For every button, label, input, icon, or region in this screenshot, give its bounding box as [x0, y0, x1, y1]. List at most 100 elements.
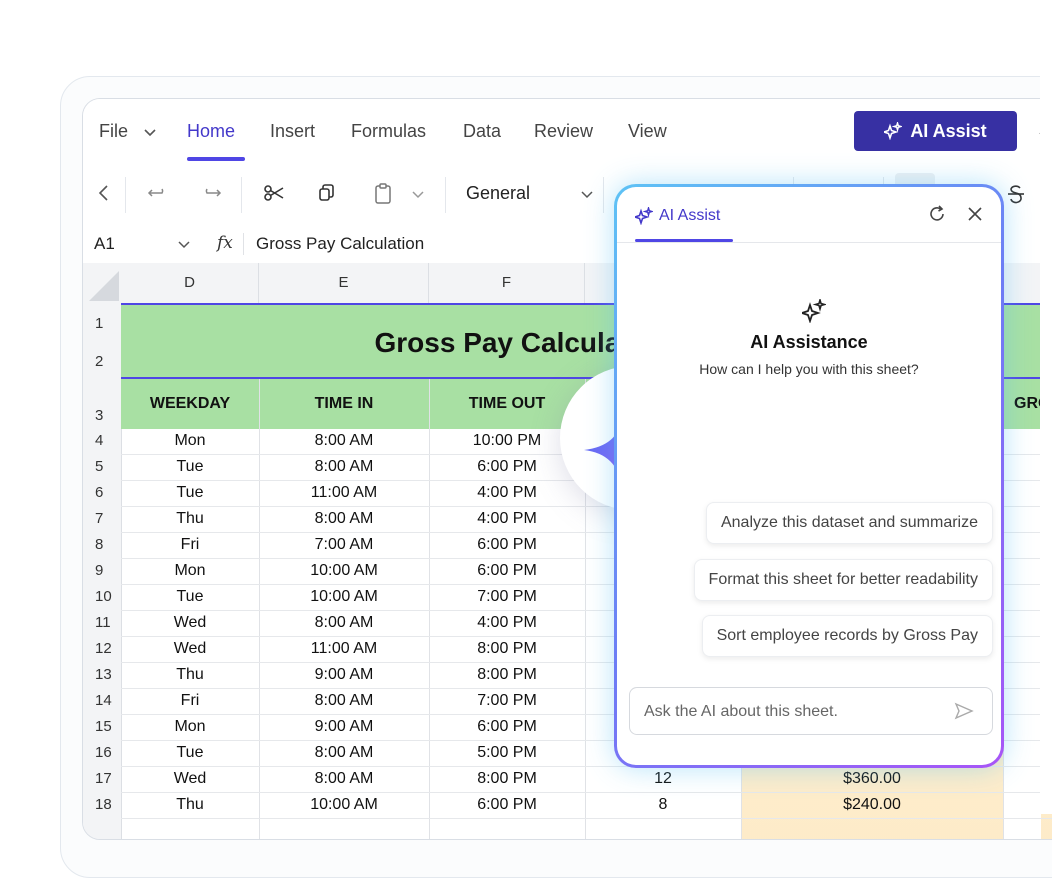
row-header[interactable]: 9	[83, 562, 121, 579]
undo-icon[interactable]	[147, 183, 169, 208]
tab-formulas[interactable]: Formulas	[351, 121, 426, 142]
cell-time-out[interactable]: 6:00 PM	[429, 796, 585, 814]
cell-time-out[interactable]: 8:00 PM	[429, 770, 585, 788]
copy-icon[interactable]	[317, 183, 337, 208]
row-header[interactable]: 18	[83, 796, 121, 813]
cell-time-in[interactable]: 10:00 AM	[259, 796, 429, 814]
cell-weekday[interactable]: Tue	[121, 744, 259, 762]
cell-time-in[interactable]: 8:00 AM	[259, 770, 429, 788]
cell-weekday[interactable]: Mon	[121, 562, 259, 580]
cell-weekday[interactable]: Thu	[121, 510, 259, 528]
chevron-down-icon[interactable]	[580, 187, 594, 206]
cell-time-in[interactable]: 11:00 AM	[259, 484, 429, 502]
row-header[interactable]: 12	[83, 640, 121, 657]
cell-gross-pay[interactable]: $360.00	[741, 770, 1003, 788]
cell-weekday[interactable]: Tue	[121, 588, 259, 606]
row-header[interactable]: 15	[83, 718, 121, 735]
chevron-left-icon[interactable]	[97, 183, 111, 208]
cell-time-out[interactable]: 5:00 PM	[429, 744, 585, 762]
cell-time-out[interactable]: 4:00 PM	[429, 614, 585, 632]
send-icon[interactable]	[954, 702, 974, 725]
chevron-down-icon[interactable]	[177, 237, 191, 256]
tab-insert[interactable]: Insert	[270, 121, 315, 142]
cell-weekday[interactable]: Fri	[121, 692, 259, 710]
cell-time-out[interactable]: 8:00 PM	[429, 640, 585, 658]
cell-time-out[interactable]: 7:00 PM	[429, 692, 585, 710]
cell-hours[interactable]: 12	[585, 770, 741, 788]
row-header[interactable]: 11	[83, 614, 121, 631]
cell-weekday[interactable]: Thu	[121, 666, 259, 684]
paste-icon[interactable]	[373, 183, 393, 210]
cell-time-in[interactable]: 8:00 AM	[259, 692, 429, 710]
cell-weekday[interactable]: Wed	[121, 770, 259, 788]
tab-review[interactable]: Review	[534, 121, 593, 142]
refresh-icon[interactable]	[927, 204, 947, 229]
close-icon[interactable]	[965, 204, 985, 229]
cell-time-out[interactable]: 7:00 PM	[429, 588, 585, 606]
menu-file[interactable]: File	[99, 121, 128, 142]
header-time-in[interactable]: TIME IN	[259, 395, 429, 413]
row-header[interactable]: 13	[83, 666, 121, 683]
row-header[interactable]: 14	[83, 692, 121, 709]
cell-gross-pay[interactable]: $240.00	[741, 796, 1003, 814]
cell-time-in[interactable]: 11:00 AM	[259, 640, 429, 658]
row-header[interactable]: 3	[83, 407, 121, 424]
chevron-down-icon[interactable]	[143, 123, 157, 144]
formula-input[interactable]: Gross Pay Calculation	[256, 234, 424, 254]
row-header[interactable]: 2	[83, 353, 121, 370]
tab-ai-assist[interactable]: AI Assist	[635, 207, 720, 225]
cell-time-in[interactable]: 9:00 AM	[259, 666, 429, 684]
cell-time-in[interactable]: 8:00 AM	[259, 744, 429, 762]
select-all-corner[interactable]	[83, 263, 122, 304]
cell-weekday[interactable]: Thu	[121, 796, 259, 814]
row-header[interactable]: 17	[83, 770, 121, 787]
row-header[interactable]: 5	[83, 458, 121, 475]
row-header[interactable]: 6	[83, 484, 121, 501]
cell-time-out[interactable]: 6:00 PM	[429, 536, 585, 554]
suggestion-format[interactable]: Format this sheet for better readability	[693, 559, 993, 601]
cell-time-in[interactable]: 8:00 AM	[259, 510, 429, 528]
cut-icon[interactable]	[263, 183, 285, 208]
cell-weekday[interactable]: Fri	[121, 536, 259, 554]
cell-time-out[interactable]: 4:00 PM	[429, 484, 585, 502]
suggestion-analyze[interactable]: Analyze this dataset and summarize	[705, 502, 993, 544]
header-time-out[interactable]: TIME OUT	[429, 395, 585, 413]
cell-time-in[interactable]: 10:00 AM	[259, 562, 429, 580]
redo-icon[interactable]	[200, 183, 222, 208]
header-weekday[interactable]: WEEKDAY	[121, 395, 259, 413]
strikethrough-icon[interactable]	[1007, 183, 1025, 210]
cell-weekday[interactable]: Tue	[121, 458, 259, 476]
suggestion-sort[interactable]: Sort employee records by Gross Pay	[701, 615, 993, 657]
cell-time-in[interactable]: 8:00 AM	[259, 614, 429, 632]
cell-time-in[interactable]: 10:00 AM	[259, 588, 429, 606]
tab-view[interactable]: View	[628, 121, 667, 142]
row-header[interactable]: 4	[83, 432, 121, 449]
column-header-e[interactable]: E	[259, 263, 429, 303]
cell-weekday[interactable]: Tue	[121, 484, 259, 502]
row-header[interactable]: 16	[83, 744, 121, 761]
row-header[interactable]: 10	[83, 588, 121, 605]
chevron-down-icon[interactable]	[411, 187, 425, 206]
number-format-select[interactable]: General	[466, 183, 530, 204]
tab-home[interactable]: Home	[187, 121, 235, 142]
cell-time-in[interactable]: 8:00 AM	[259, 458, 429, 476]
cell-time-out[interactable]: 8:00 PM	[429, 666, 585, 684]
cell-weekday[interactable]: Wed	[121, 640, 259, 658]
cell-time-out[interactable]: 6:00 PM	[429, 458, 585, 476]
tab-data[interactable]: Data	[463, 121, 501, 142]
cell-hours[interactable]: 8	[585, 796, 741, 814]
row-header[interactable]: 7	[83, 510, 121, 527]
cell-weekday[interactable]: Mon	[121, 718, 259, 736]
cell-time-in[interactable]: 9:00 AM	[259, 718, 429, 736]
cell-time-out[interactable]: 4:00 PM	[429, 510, 585, 528]
cell-time-out[interactable]: 6:00 PM	[429, 562, 585, 580]
ai-chat-input[interactable]: Ask the AI about this sheet.	[629, 687, 993, 735]
cell-weekday[interactable]: Mon	[121, 432, 259, 450]
name-box[interactable]: A1	[94, 234, 115, 254]
cell-time-out[interactable]: 6:00 PM	[429, 718, 585, 736]
row-header[interactable]: 8	[83, 536, 121, 553]
cell-time-in[interactable]: 8:00 AM	[259, 432, 429, 450]
cell-weekday[interactable]: Wed	[121, 614, 259, 632]
cell-time-in[interactable]: 7:00 AM	[259, 536, 429, 554]
ai-assist-button[interactable]: AI Assist	[854, 111, 1017, 151]
